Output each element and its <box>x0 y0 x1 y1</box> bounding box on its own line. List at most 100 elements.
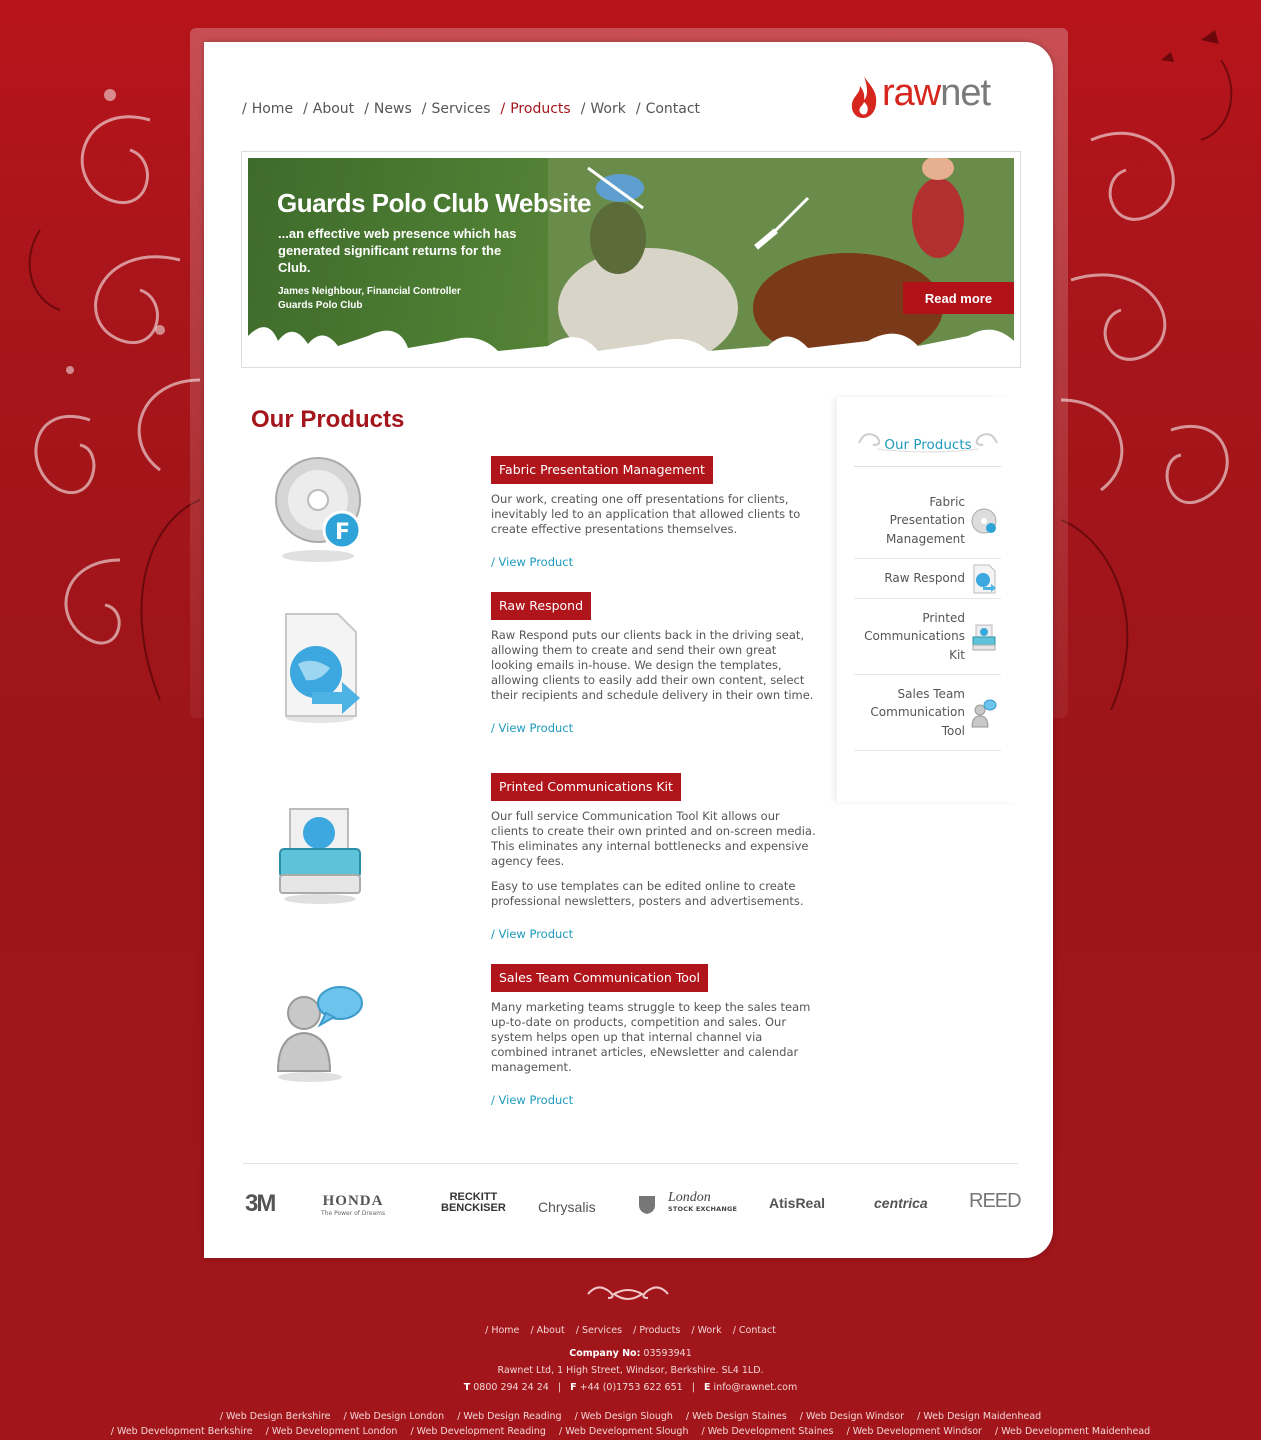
seo-link[interactable]: / Web Design Windsor <box>800 1411 904 1422</box>
seo-link[interactable]: / Web Development Slough <box>559 1426 688 1437</box>
nav-separator: / <box>500 101 506 117</box>
client-logo-reed: REED <box>969 1190 1022 1212</box>
company-label: Company No: <box>569 1348 641 1359</box>
sidebar-item-fabric[interactable]: Fabric Presentation Management <box>854 483 1001 559</box>
product-item: Fabric Presentation Management Our work,… <box>491 456 816 569</box>
product-description: Many marketing teams struggle to keep th… <box>491 1000 811 1074</box>
label-line: Kit <box>949 647 965 662</box>
seo-link[interactable]: / Web Design Berkshire <box>220 1411 331 1422</box>
seo-link[interactable]: / Web Design Maidenhead <box>917 1411 1041 1422</box>
svg-text:F: F <box>335 520 350 545</box>
label-line: Communication <box>870 705 965 720</box>
attribution-name: James Neighbour, Financial Controller <box>278 286 461 297</box>
label-line: Fabric <box>929 494 965 509</box>
clients-divider <box>243 1163 1018 1164</box>
nav-work[interactable]: / Work <box>581 101 626 117</box>
client-logo-chrysalis: Chrysalis <box>538 1199 596 1215</box>
seo-link[interactable]: / Web Development Reading <box>410 1426 546 1437</box>
user-chat-icon <box>971 699 997 727</box>
seo-link[interactable]: / Web Design Staines <box>686 1411 787 1422</box>
seo-link[interactable]: / Web Design Reading <box>457 1411 561 1422</box>
nav-products[interactable]: / Products <box>501 101 571 117</box>
nav-contact[interactable]: / Contact <box>636 101 700 117</box>
contact-line: T 0800 294 24 24 | F +44 (0)1753 622 651… <box>0 1382 1261 1393</box>
product-description: Raw Respond puts our clients back in the… <box>491 628 814 702</box>
label-line: Sales Team <box>897 686 965 701</box>
product-item: Sales Team Communication Tool Many marke… <box>491 964 816 1107</box>
lse-line1: London <box>668 1190 711 1205</box>
client-logo-honda: HONDA The Power of Dreams <box>321 1193 385 1217</box>
sidebar-item-raw-respond[interactable]: Raw Respond <box>854 559 1001 599</box>
product-item: Raw Respond Raw Respond puts our clients… <box>491 592 816 735</box>
sidebar-item-label: Printed Communications Kit <box>864 609 965 665</box>
nav-separator: / <box>580 101 586 117</box>
label-line: Raw Respond <box>884 571 965 586</box>
label-line: Management <box>885 531 965 546</box>
seo-link[interactable]: / Web Development Staines <box>702 1426 834 1437</box>
main-nav: / Home / About / News / Services / Products /… <box>242 101 710 117</box>
footer-ornament-icon <box>587 1286 669 1300</box>
company-address: Rawnet Ltd, 1 High Street, Windsor, Berk… <box>497 1365 764 1376</box>
seo-link[interactable]: / Web Development Berkshire <box>111 1426 253 1437</box>
nav-separator: / <box>421 101 427 117</box>
product-description: Our full service Communication Tool Kit … <box>491 809 816 868</box>
company-number: Company No: 03593941 <box>0 1348 1261 1359</box>
view-product-link[interactable]: / View Product <box>491 927 816 941</box>
banner-title: Guards Polo Club Website <box>277 188 592 218</box>
client-logo-centrica: centrica <box>874 1195 928 1211</box>
view-product-link[interactable]: / View Product <box>491 1093 816 1107</box>
tel-label: T <box>463 1382 471 1393</box>
view-product-link[interactable]: / View Product <box>491 721 816 735</box>
nav-home-label: Home <box>251 101 294 117</box>
seo-link[interactable]: / Web Development Windsor <box>847 1426 982 1437</box>
nav-about[interactable]: / About <box>303 101 354 117</box>
label-line: Presentation <box>889 513 965 528</box>
sidebar-item-printed-kit[interactable]: Printed Communications Kit <box>854 599 1001 675</box>
product-title[interactable]: Printed Communications Kit <box>491 773 681 801</box>
footer-link-products[interactable]: / Products <box>633 1325 680 1336</box>
seo-link[interactable]: / Web Development Maidenhead <box>995 1426 1150 1437</box>
seo-links-design: / Web Design Berkshire / Web Design Lond… <box>0 1411 1261 1422</box>
sidebar-item-sales-tool[interactable]: Sales Team Communication Tool <box>854 675 1001 751</box>
fax-value: +44 (0)1753 622 651 <box>579 1382 683 1393</box>
product-title[interactable]: Raw Respond <box>491 592 592 620</box>
product-title[interactable]: Sales Team Communication Tool <box>491 964 709 992</box>
nav-news[interactable]: / News <box>364 101 412 117</box>
company-no-value: 03593941 <box>643 1348 692 1359</box>
sidebar-item-label: Sales Team Communication Tool <box>870 685 965 741</box>
view-product-link[interactable]: / View Product <box>491 555 816 569</box>
logo-wordmark: rawnet <box>882 72 991 115</box>
nav-home[interactable]: / Home <box>242 101 293 117</box>
footer-link-work[interactable]: / Work <box>691 1325 721 1336</box>
client-logo-atisreal: AtisReal <box>769 1195 826 1211</box>
email-link[interactable]: info@rawnet.com <box>714 1382 798 1393</box>
seo-link[interactable]: / Web Design Slough <box>575 1411 673 1422</box>
contact-separator: | <box>557 1382 562 1393</box>
flame-icon <box>851 76 877 118</box>
featured-banner[interactable]: Guards Polo Club Website ...an effective… <box>248 158 1014 366</box>
printer-icon <box>972 624 996 650</box>
label-line: Communications <box>864 629 965 644</box>
crest-icon <box>639 1196 655 1214</box>
seo-link[interactable]: / Web Design London <box>344 1411 445 1422</box>
product-description: Our work, creating one off presentations… <box>491 492 801 536</box>
nav-contact-label: Contact <box>645 101 701 117</box>
honda-wordmark: HONDA <box>322 1193 384 1209</box>
sidebar-divider <box>854 466 1001 467</box>
product-title[interactable]: Fabric Presentation Management <box>491 456 713 484</box>
email-label: E <box>704 1382 711 1393</box>
user-chat-icon <box>276 986 363 1082</box>
reckitt-line2: BENCKISER <box>441 1202 506 1214</box>
label-line: Printed <box>922 610 965 625</box>
products-sidebar: Our Products Fabric Presentation Managem… <box>837 397 1017 802</box>
nav-services[interactable]: / Services <box>422 101 491 117</box>
nav-separator: / <box>635 101 641 117</box>
seo-links-development: / Web Development Berkshire / Web Develo… <box>0 1426 1261 1437</box>
seo-link[interactable]: / Web Development London <box>266 1426 398 1437</box>
footer-link-contact[interactable]: / Contact <box>733 1325 776 1336</box>
rawnet-logo[interactable]: rawnet <box>848 72 1024 120</box>
footer-link-services[interactable]: / Services <box>576 1325 622 1336</box>
nav-products-label: Products <box>510 101 571 117</box>
footer-link-home[interactable]: / Home <box>485 1325 519 1336</box>
footer-link-about[interactable]: / About <box>530 1325 564 1336</box>
